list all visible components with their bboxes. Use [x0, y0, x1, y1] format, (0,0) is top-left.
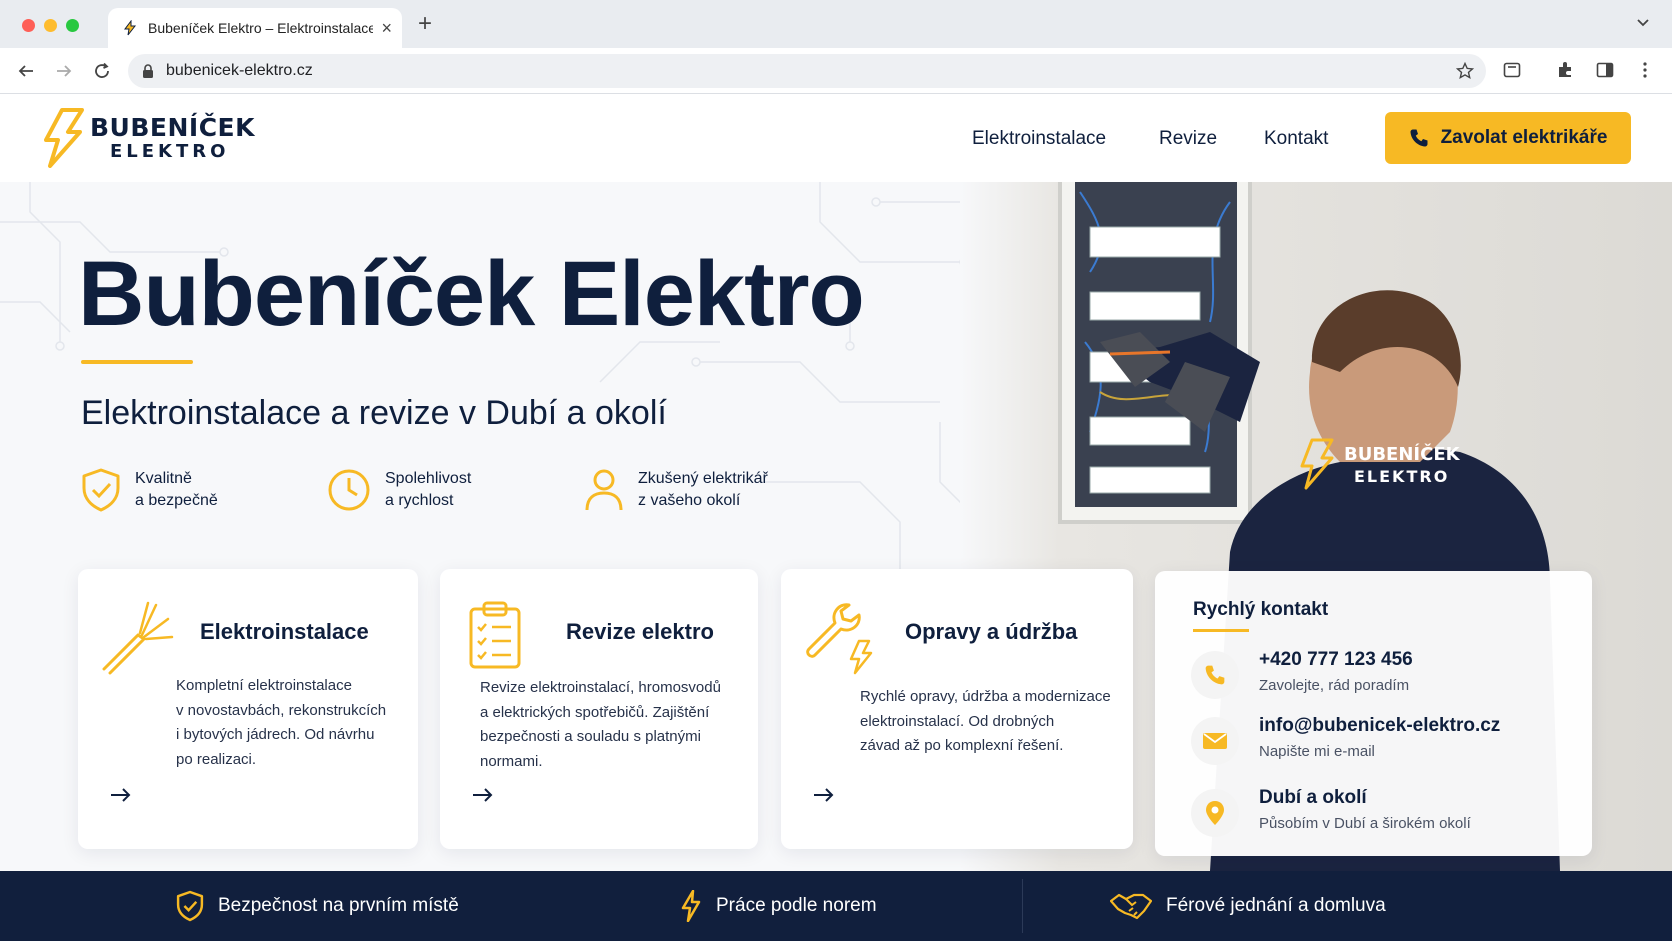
window-controls	[22, 19, 79, 32]
service-description: Kompletní elektroinstalace v novostavbách…	[176, 677, 387, 768]
contact-phone-number: +420 777 123 456	[1259, 649, 1413, 670]
browser-tab[interactable]: Bubeníček Elektro – Elektroinstalace ×	[108, 8, 402, 48]
sidebar-icon[interactable]	[1596, 61, 1614, 79]
quick-contact-panel: Rychlý kontakt +420 777 123 456 Zavolejte…	[1155, 571, 1592, 856]
cable-icon	[102, 601, 174, 675]
nav-kontakt[interactable]: Kontakt	[1264, 128, 1328, 150]
feature-reliability: Spolehlivost a rychlost	[327, 468, 471, 512]
service-title: Revize elektro	[566, 619, 714, 644]
contact-email[interactable]: info@bubenicek-elektro.cz Napište mi e-ma…	[1191, 715, 1500, 765]
contact-location-name: Dubí a okolí	[1259, 787, 1367, 808]
tab-list-chevron-icon[interactable]	[1636, 18, 1650, 28]
user-icon	[585, 469, 623, 511]
map-pin-icon	[1206, 801, 1224, 825]
feature-reliability-line1: Spolehlivost	[385, 470, 472, 487]
jacket-logo-line2: ELEKTRO	[1354, 467, 1449, 486]
tab-title: Bubeníček Elektro – Elektroinstalace	[148, 20, 374, 36]
logo-line2: ELEKTRO	[110, 141, 230, 162]
quick-contact-title: Rychlý kontakt	[1193, 599, 1329, 620]
address-bar: bubenicek-elektro.cz	[0, 48, 1672, 94]
arrow-right-icon[interactable]	[110, 787, 132, 803]
feature-quality: Kvalitně a bezpečně	[81, 468, 218, 512]
nav-elektroinstalace[interactable]: Elektroinstalace	[972, 128, 1106, 150]
service-card-elektroinstalace[interactable]: Elektroinstalace Kompletní elektroinstal…	[78, 569, 418, 849]
logo-bolt-icon	[44, 108, 84, 168]
site-logo[interactable]: BUBENÍČEK ELEKTRO	[42, 108, 255, 168]
service-title: Elektroinstalace	[200, 619, 369, 644]
minimize-window-button[interactable]	[44, 19, 57, 32]
clipboard-checklist-icon	[469, 601, 521, 669]
reload-icon[interactable]	[90, 59, 114, 83]
bookmark-star-icon[interactable]	[1456, 62, 1474, 80]
value-standards-label: Práce podle norem	[716, 895, 877, 916]
contact-location[interactable]: Dubí a okolí Působím v Dubí a širokém oko…	[1191, 787, 1471, 837]
service-description: Rychlé opravy, údržba a modernizace elekt…	[860, 688, 1111, 754]
contact-location-note: Působím v Dubí a širokém okolí	[1259, 815, 1471, 832]
value-fairness-label: Férové jednání a domluva	[1166, 895, 1386, 916]
close-window-button[interactable]	[22, 19, 35, 32]
more-menu-icon[interactable]	[1636, 61, 1654, 79]
service-title: Opravy a údržba	[905, 619, 1078, 644]
jacket-logo-line1: BUBENÍČEK	[1344, 443, 1461, 465]
contact-email-address: info@bubenicek-elektro.cz	[1259, 715, 1501, 736]
wrench-bolt-icon	[806, 603, 873, 675]
nav-revize[interactable]: Revize	[1159, 128, 1217, 150]
tab-close-icon[interactable]: ×	[381, 19, 392, 37]
hero-subtitle: Elektroinstalace a revize v Dubí a okolí	[81, 394, 667, 432]
feature-experienced-line2: z vašeho okolí	[638, 492, 741, 509]
phone-icon	[1205, 665, 1225, 685]
favicon-bolt-icon	[124, 20, 137, 36]
url-text: bubenicek-elektro.cz	[166, 62, 313, 79]
back-icon[interactable]	[14, 59, 38, 83]
hero-section: BUBENÍČEK ELEKTRO Bubeníček Elektro Elek…	[0, 182, 1672, 871]
contact-email-note: Napište mi e-mail	[1259, 743, 1375, 760]
bolt-icon	[681, 890, 701, 922]
mail-icon	[1203, 733, 1227, 749]
arrow-right-icon[interactable]	[813, 787, 835, 803]
shield-check-icon	[82, 468, 120, 512]
title-underline	[81, 360, 193, 364]
lock-icon	[143, 64, 153, 78]
feature-quality-line1: Kvalitně	[135, 470, 192, 487]
site-header: BUBENÍČEK ELEKTRO Elektroinstalace Reviz…	[0, 94, 1672, 182]
quick-contact-underline	[1193, 629, 1249, 632]
value-safety-label: Bezpečnost na prvním místě	[218, 895, 459, 916]
service-card-revize[interactable]: Revize elektro Revize elektroinstalací, …	[440, 569, 758, 849]
value-standards: Práce podle norem	[680, 871, 877, 941]
clock-icon	[328, 469, 370, 511]
tab-search-icon[interactable]	[1503, 61, 1521, 79]
feature-experienced: Zkušený elektrikář z vašeho okolí	[584, 468, 768, 512]
handshake-icon	[1110, 893, 1152, 920]
hero-title: Bubeníček Elektro	[78, 243, 865, 345]
cta-label: Zavolat elektrikáře	[1440, 127, 1608, 148]
value-safety: Bezpečnost na prvním místě	[176, 871, 459, 941]
feature-reliability-line2: a rychlost	[385, 492, 454, 509]
browser-tab-bar: Bubeníček Elektro – Elektroinstalace × +	[0, 0, 1672, 48]
arrow-right-icon[interactable]	[472, 787, 494, 803]
call-electrician-button[interactable]: Zavolat elektrikáře	[1385, 112, 1631, 164]
phone-icon	[1410, 129, 1428, 147]
extensions-icon[interactable]	[1556, 61, 1574, 79]
service-description: Revize elektroinstalací, hromosvodů a ele…	[480, 679, 721, 770]
shield-check-icon	[176, 890, 204, 922]
feature-quality-line2: a bezpečně	[135, 492, 218, 509]
value-fairness: Férové jednání a domluva	[1110, 871, 1386, 941]
new-tab-button[interactable]: +	[418, 12, 432, 36]
zoom-window-button[interactable]	[66, 19, 79, 32]
service-card-opravy[interactable]: Opravy a údržba Rychlé opravy, údržba a …	[781, 569, 1133, 849]
feature-experienced-line1: Zkušený elektrikář	[638, 470, 768, 487]
values-band: Bezpečnost na prvním místě Práce podle n…	[0, 871, 1672, 941]
contact-phone-note: Zavolejte, rád poradím	[1259, 677, 1410, 694]
contact-phone[interactable]: +420 777 123 456 Zavolejte, rád poradím	[1191, 649, 1413, 699]
logo-line1: BUBENÍČEK	[90, 113, 256, 142]
band-divider	[1022, 879, 1023, 933]
forward-icon[interactable]	[52, 59, 76, 83]
url-field[interactable]: bubenicek-elektro.cz	[128, 54, 1486, 88]
